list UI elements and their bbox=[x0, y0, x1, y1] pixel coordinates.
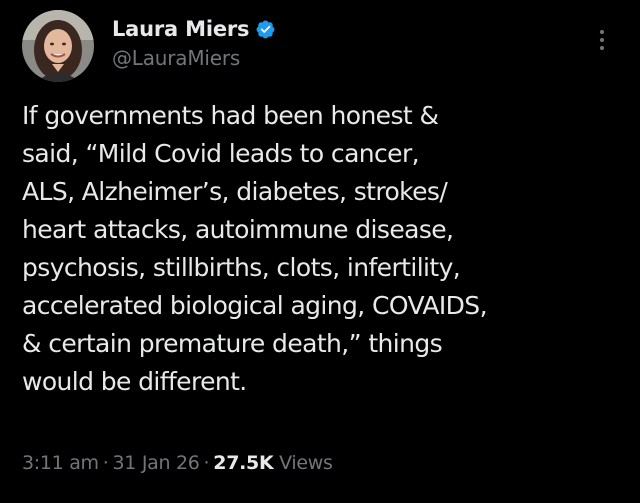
more-dot bbox=[600, 30, 604, 34]
tweet-meta: 3:11 am · 31 Jan 26 · 27.5K Views bbox=[22, 452, 333, 474]
tweet-text-line: heart attacks, autoimmune disease, bbox=[22, 215, 454, 244]
tweet-text-line: said, “Mild Covid leads to cancer, bbox=[22, 139, 420, 168]
author-avatar[interactable] bbox=[22, 10, 94, 82]
author-info: Laura Miers @LauraMiers bbox=[112, 14, 276, 70]
meta-separator: · bbox=[203, 452, 210, 474]
tweet-text-line: would be different. bbox=[22, 367, 247, 396]
views-count[interactable]: 27.5K bbox=[213, 452, 273, 474]
author-name-row: Laura Miers bbox=[112, 14, 276, 44]
avatar-photo-icon bbox=[22, 10, 94, 82]
tweet-text-line: accelerated biological aging, COVAIDS, bbox=[22, 291, 488, 320]
author-handle[interactable]: @LauraMiers bbox=[112, 46, 276, 70]
tweet-text-line: ALS, Alzheimer’s, diabetes, strokes/ bbox=[22, 177, 448, 206]
tweet-text-line: & certain premature death,” things bbox=[22, 329, 443, 358]
tweet-text: If governments had been honest & said, “… bbox=[22, 97, 622, 401]
more-options-icon[interactable] bbox=[593, 22, 611, 58]
tweet-text-line: psychosis, stillbirths, clots, infertili… bbox=[22, 253, 461, 282]
more-dot bbox=[600, 46, 604, 50]
verified-badge-icon[interactable] bbox=[255, 19, 276, 40]
tweet: Laura Miers @LauraMiers If governments h… bbox=[0, 0, 640, 503]
meta-separator: · bbox=[102, 452, 109, 474]
tweet-text-line: If governments had been honest & bbox=[22, 101, 439, 130]
more-dot bbox=[600, 38, 604, 42]
tweet-time[interactable]: 3:11 am bbox=[22, 452, 99, 474]
views-label: Views bbox=[279, 452, 333, 474]
author-display-name[interactable]: Laura Miers bbox=[112, 17, 250, 41]
tweet-date[interactable]: 31 Jan 26 bbox=[113, 452, 200, 474]
